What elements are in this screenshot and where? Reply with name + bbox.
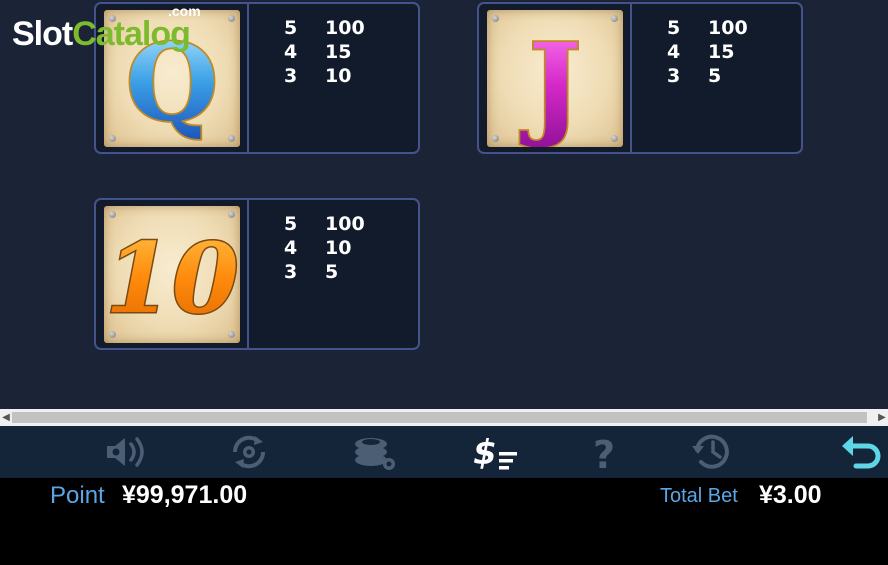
paytable-panel: Q 5 100 4 15 3 10 J 5 100 4 15 3 5 10 5 … xyxy=(0,0,888,409)
scroll-left-arrow-icon[interactable]: ◀ xyxy=(0,409,12,426)
bet-settings-button[interactable] xyxy=(350,430,402,474)
pay-row: 35 xyxy=(284,261,339,283)
pay-row: 4 15 xyxy=(667,41,735,63)
autoplay-icon xyxy=(232,435,266,469)
pay-row: 5 100 xyxy=(284,213,365,235)
total-bet-value: ¥3.00 xyxy=(759,481,822,509)
autoplay-button[interactable] xyxy=(223,430,275,474)
pay-row: 5 100 xyxy=(667,17,748,39)
back-button[interactable] xyxy=(836,430,888,474)
bottom-toolbar: $ ? xyxy=(0,426,888,478)
pay-values: 5 100 4 15 3 10 xyxy=(284,16,365,88)
history-button[interactable] xyxy=(686,430,738,474)
svg-text:J: J xyxy=(520,20,582,147)
help-icon: ? xyxy=(593,433,615,474)
history-icon xyxy=(692,434,729,469)
card-divider xyxy=(247,200,249,348)
pay-row: 3 10 xyxy=(284,65,352,87)
card-divider xyxy=(247,4,249,152)
pay-row: 35 xyxy=(667,65,722,87)
card-divider xyxy=(630,4,632,152)
symbol-j-icon: J xyxy=(518,18,584,147)
pay-row: 4 10 xyxy=(284,237,352,259)
symbol-10-icon: 10 xyxy=(104,221,240,337)
svg-text:10: 10 xyxy=(105,222,239,335)
pay-values: 5 100 4 15 35 xyxy=(667,16,748,88)
point-label: Point xyxy=(50,482,105,509)
svg-text:?: ? xyxy=(593,433,615,474)
chips-settings-icon xyxy=(355,438,395,470)
svg-text:$: $ xyxy=(473,433,497,473)
symbol-10-tile: 10 xyxy=(104,206,240,343)
pay-row: 5 100 xyxy=(284,17,365,39)
sound-button[interactable] xyxy=(101,430,153,474)
horizontal-scrollbar[interactable]: ◀ ▶ xyxy=(0,409,888,426)
pay-row: 4 15 xyxy=(284,41,352,63)
paytable-button[interactable]: $ xyxy=(471,430,523,474)
total-bet-label: Total Bet xyxy=(660,485,738,507)
paytable-card-j: J 5 100 4 15 35 xyxy=(477,2,803,154)
scrollbar-thumb[interactable] xyxy=(12,412,867,423)
paytable-card-10: 10 5 100 4 10 35 xyxy=(94,198,420,350)
paytable-icon: $ xyxy=(473,433,517,473)
help-button[interactable]: ? xyxy=(578,430,630,474)
point-balance: ¥99,971.00 xyxy=(122,481,248,509)
back-icon xyxy=(842,436,881,469)
slotcatalog-watermark: SlotCatalog .com xyxy=(12,3,201,53)
symbol-j-tile: J xyxy=(487,10,623,147)
pay-values: 5 100 4 10 35 xyxy=(284,212,365,284)
sound-icon xyxy=(107,437,144,467)
scroll-right-arrow-icon[interactable]: ▶ xyxy=(876,409,888,426)
